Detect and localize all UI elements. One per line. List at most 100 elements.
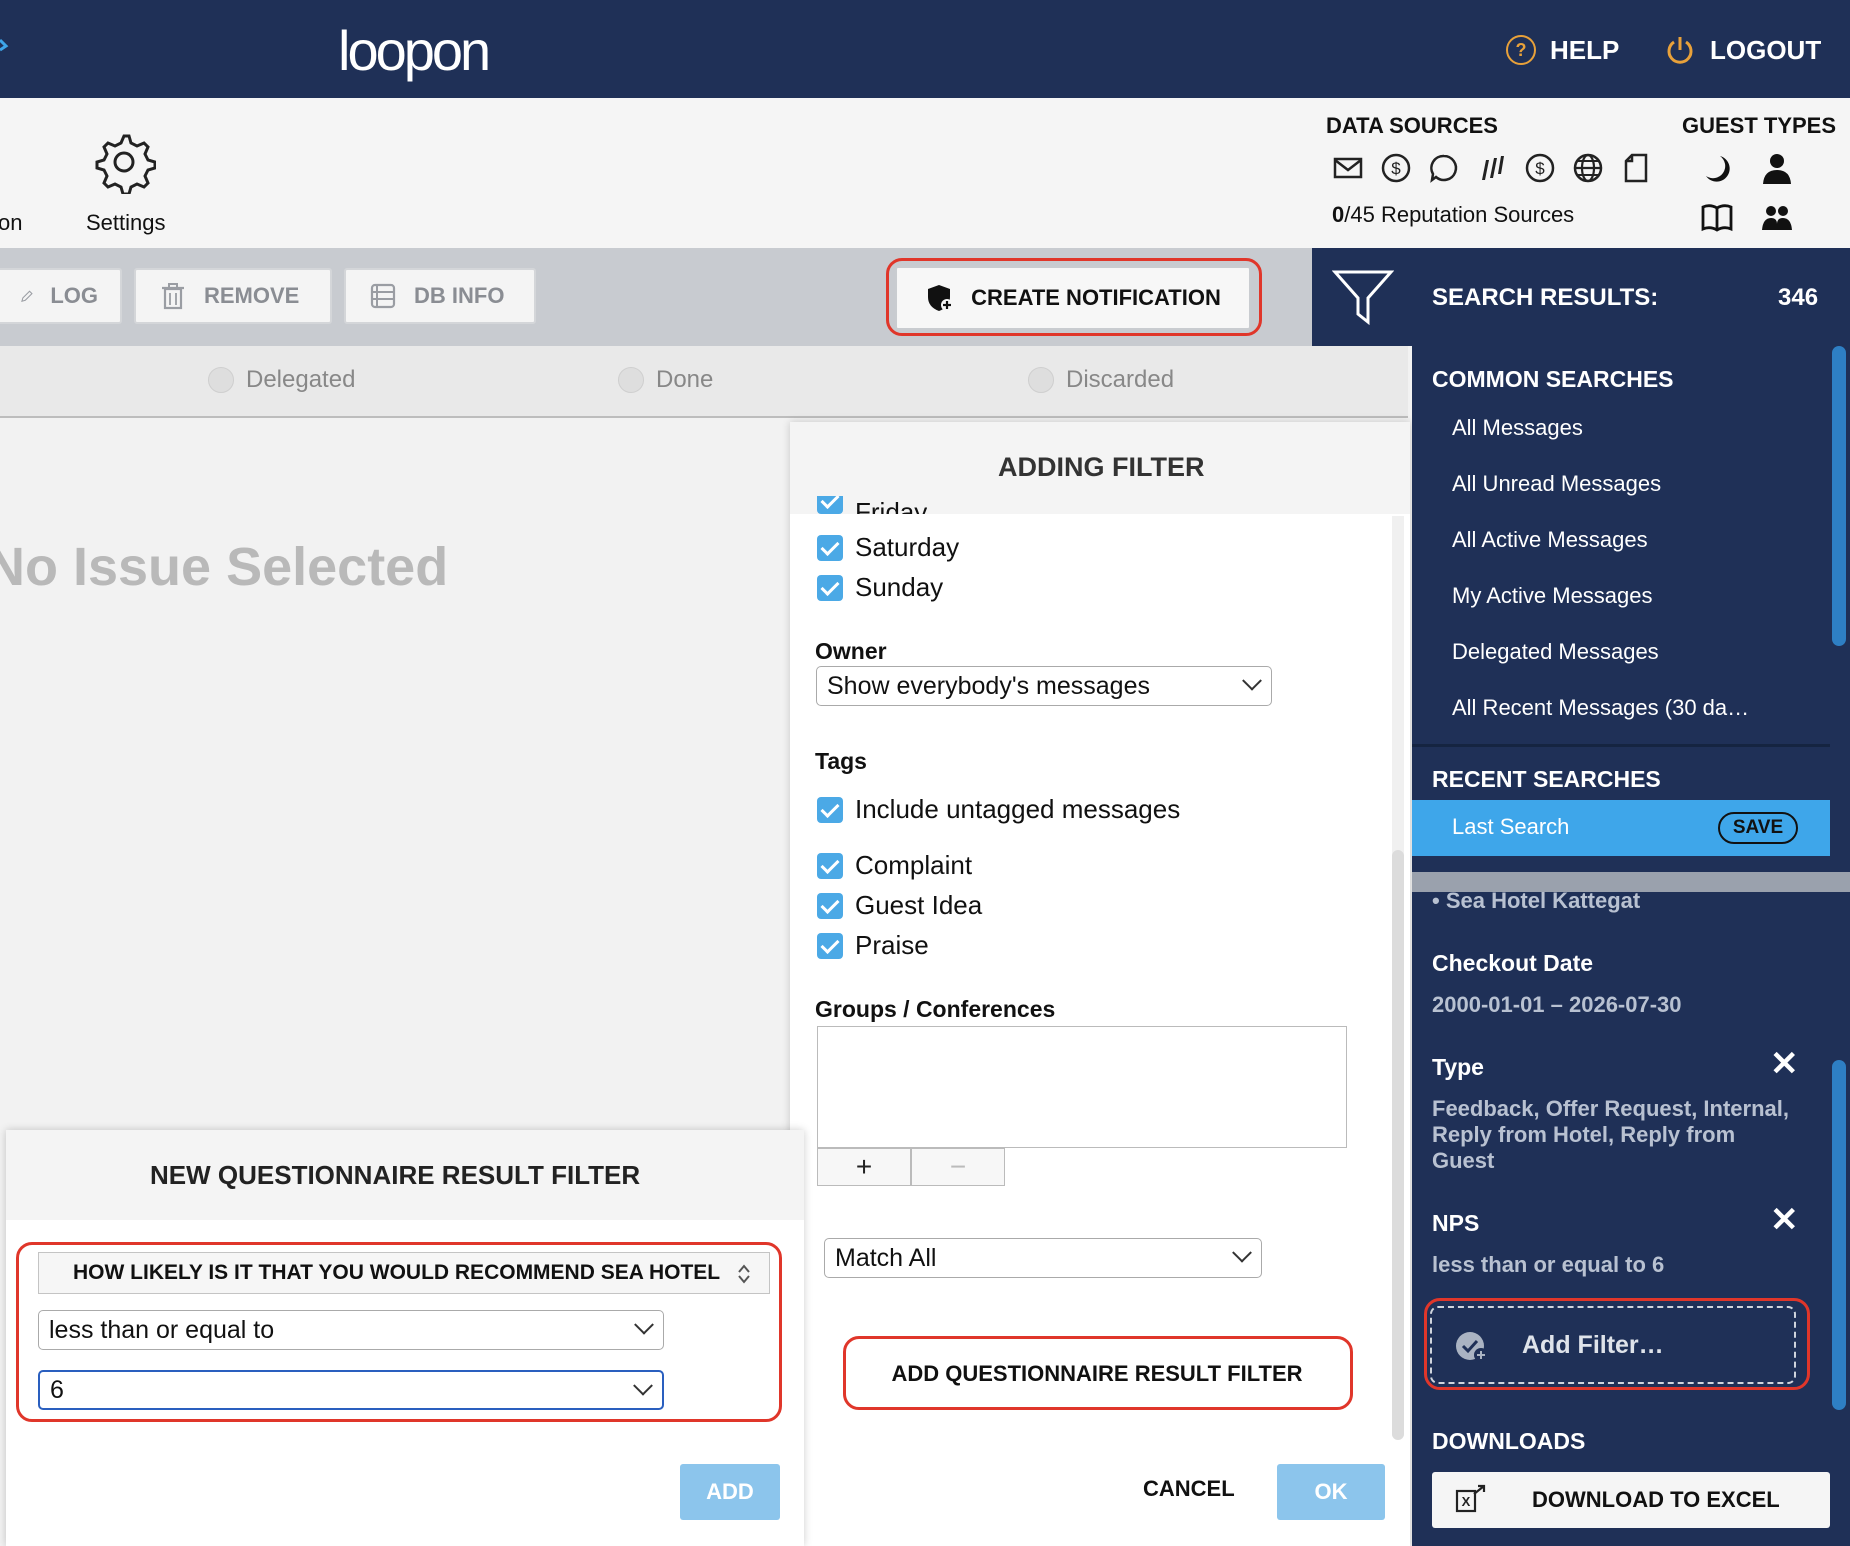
status-label: Done <box>656 366 714 393</box>
remove-label: REMOVE <box>204 283 300 308</box>
checkbox[interactable] <box>817 932 843 959</box>
checkbox-label: Saturday <box>855 532 960 562</box>
radio-circle[interactable] <box>1028 367 1054 393</box>
status-radio-done[interactable]: Done <box>618 366 713 394</box>
nav-item-partial[interactable]: on <box>0 210 22 236</box>
pencil-icon <box>21 290 33 303</box>
common-searches-heading: COMMON SEARCHES <box>1432 366 1674 392</box>
cancel-button[interactable]: CANCEL <box>1143 1476 1235 1502</box>
book-icon[interactable] <box>1700 200 1734 234</box>
tags-label: Tags <box>815 748 867 774</box>
recent-searches-heading: RECENT SEARCHES <box>1432 766 1661 792</box>
svg-text:$: $ <box>1391 159 1401 178</box>
dollar-icon[interactable]: $ <box>1380 152 1412 184</box>
logout-label: LOGOUT <box>1710 34 1822 65</box>
nav-item-settings[interactable]: Settings <box>86 210 166 236</box>
download-excel-button[interactable]: X DOWNLOAD TO EXCEL <box>1432 1472 1830 1528</box>
checkbox-label: Include untagged messages <box>855 794 1181 824</box>
question-circle-icon: ? <box>1506 35 1536 65</box>
checkbox-saturday[interactable]: Saturday <box>817 532 959 563</box>
common-search-item[interactable]: All Unread Messages <box>1452 471 1661 497</box>
group-icon[interactable] <box>1760 200 1794 234</box>
status-radio-discarded[interactable]: Discarded <box>1028 366 1174 394</box>
nps-value: less than or equal to 6 <box>1432 1252 1665 1277</box>
menu-chevron-icon[interactable] <box>0 38 10 52</box>
filter-funnel-icon[interactable] <box>1332 268 1394 328</box>
common-search-item[interactable]: All Messages <box>1452 415 1583 441</box>
checkbox-sunday[interactable]: Sunday <box>817 572 943 603</box>
add-button[interactable]: ADD <box>680 1464 780 1520</box>
logout-button[interactable]: LOGOUT <box>1664 32 1821 68</box>
adding-filter-scroll-thumb[interactable] <box>1392 850 1404 1440</box>
highlight-create-notification <box>886 258 1262 336</box>
search-results-label: SEARCH RESULTS: <box>1432 284 1659 311</box>
groups-remove-button[interactable]: − <box>911 1148 1005 1186</box>
nps-title: NPS <box>1432 1210 1480 1236</box>
checkbox-day-partial[interactable]: Friday <box>817 496 927 514</box>
checkbox[interactable] <box>817 496 843 514</box>
chevron-down-icon <box>1242 670 1262 691</box>
trash-icon <box>162 283 184 310</box>
close-icon[interactable]: ✕ <box>1770 1044 1799 1084</box>
owner-label: Owner <box>815 638 887 664</box>
help-label: HELP <box>1550 34 1620 65</box>
guest-types-row-2 <box>1700 200 1794 234</box>
radio-circle[interactable] <box>618 367 644 393</box>
reputation-sources-count: 0/45 Reputation Sources <box>1332 202 1575 227</box>
checkbox-untagged[interactable]: Include untagged messages <box>817 794 1180 825</box>
checkbox[interactable] <box>817 534 843 561</box>
match-select[interactable]: Match All <box>824 1238 1262 1278</box>
checkout-date-value: 2000-01-01 – 2026-07-30 <box>1432 992 1682 1017</box>
moon-icon[interactable] <box>1700 152 1734 186</box>
common-search-item[interactable]: All Recent Messages (30 da… <box>1452 695 1749 721</box>
checkbox-guest-idea[interactable]: Guest Idea <box>817 890 982 921</box>
checkbox-praise[interactable]: Praise <box>817 930 929 961</box>
globe-icon[interactable] <box>1572 152 1604 184</box>
type-title: Type <box>1432 1054 1484 1080</box>
status-radio-delegated[interactable]: Delegated <box>208 366 355 394</box>
common-search-item[interactable]: Delegated Messages <box>1452 639 1659 665</box>
checkbox-label: Praise <box>855 930 929 960</box>
common-search-item[interactable]: My Active Messages <box>1452 583 1653 609</box>
checkbox-label: Friday <box>855 497 928 514</box>
checkout-date-title: Checkout Date <box>1432 950 1594 976</box>
adding-filter-title: ADDING FILTER <box>998 452 1205 482</box>
checkbox[interactable] <box>817 852 843 879</box>
groups-listbox[interactable] <box>817 1026 1347 1148</box>
groups-label: Groups / Conferences <box>815 996 1056 1022</box>
sidebar-filters-scroll-thumb[interactable] <box>1832 1060 1846 1410</box>
dollar-icon[interactable]: $ <box>1524 152 1556 184</box>
guest-types-heading: GUEST TYPES <box>1682 113 1837 138</box>
common-search-item[interactable]: All Active Messages <box>1452 527 1648 553</box>
close-icon[interactable]: ✕ <box>1770 1200 1799 1240</box>
groups-add-button[interactable]: + <box>817 1148 911 1186</box>
help-button[interactable]: ? HELP <box>1506 32 1619 68</box>
gear-icon[interactable] <box>92 130 156 194</box>
db-info-button[interactable]: DB INFO <box>344 268 536 324</box>
download-excel-label: DOWNLOAD TO EXCEL <box>1532 1487 1780 1512</box>
checkbox[interactable] <box>817 796 843 823</box>
checkbox[interactable] <box>817 892 843 919</box>
log-button[interactable]: LOG <box>0 268 122 324</box>
document-icon[interactable] <box>1620 152 1652 184</box>
database-icon <box>370 283 396 309</box>
sidebar-scroll-thumb[interactable] <box>1832 346 1846 646</box>
checkbox-label: Complaint <box>855 850 973 880</box>
radio-circle[interactable] <box>208 367 234 393</box>
checkbox-complaint[interactable]: Complaint <box>817 850 972 881</box>
status-label: Delegated <box>246 366 356 393</box>
save-search-button[interactable]: SAVE <box>1718 812 1798 844</box>
person-icon[interactable] <box>1760 152 1794 186</box>
chat-bubble-icon[interactable] <box>1428 152 1460 184</box>
mail-icon[interactable] <box>1332 152 1364 184</box>
highlight-question-fields <box>16 1242 782 1422</box>
checkbox[interactable] <box>817 574 843 601</box>
db-info-label: DB INFO <box>414 283 505 308</box>
bars-icon[interactable] <box>1476 152 1508 184</box>
ok-button[interactable]: OK <box>1277 1464 1385 1520</box>
checkbox-label: Sunday <box>855 572 944 602</box>
owner-select[interactable]: Show everybody's messages <box>816 666 1272 706</box>
power-icon <box>1667 37 1693 64</box>
remove-button[interactable]: REMOVE <box>134 268 332 324</box>
empty-state-text: No Issue Selected <box>0 537 449 597</box>
